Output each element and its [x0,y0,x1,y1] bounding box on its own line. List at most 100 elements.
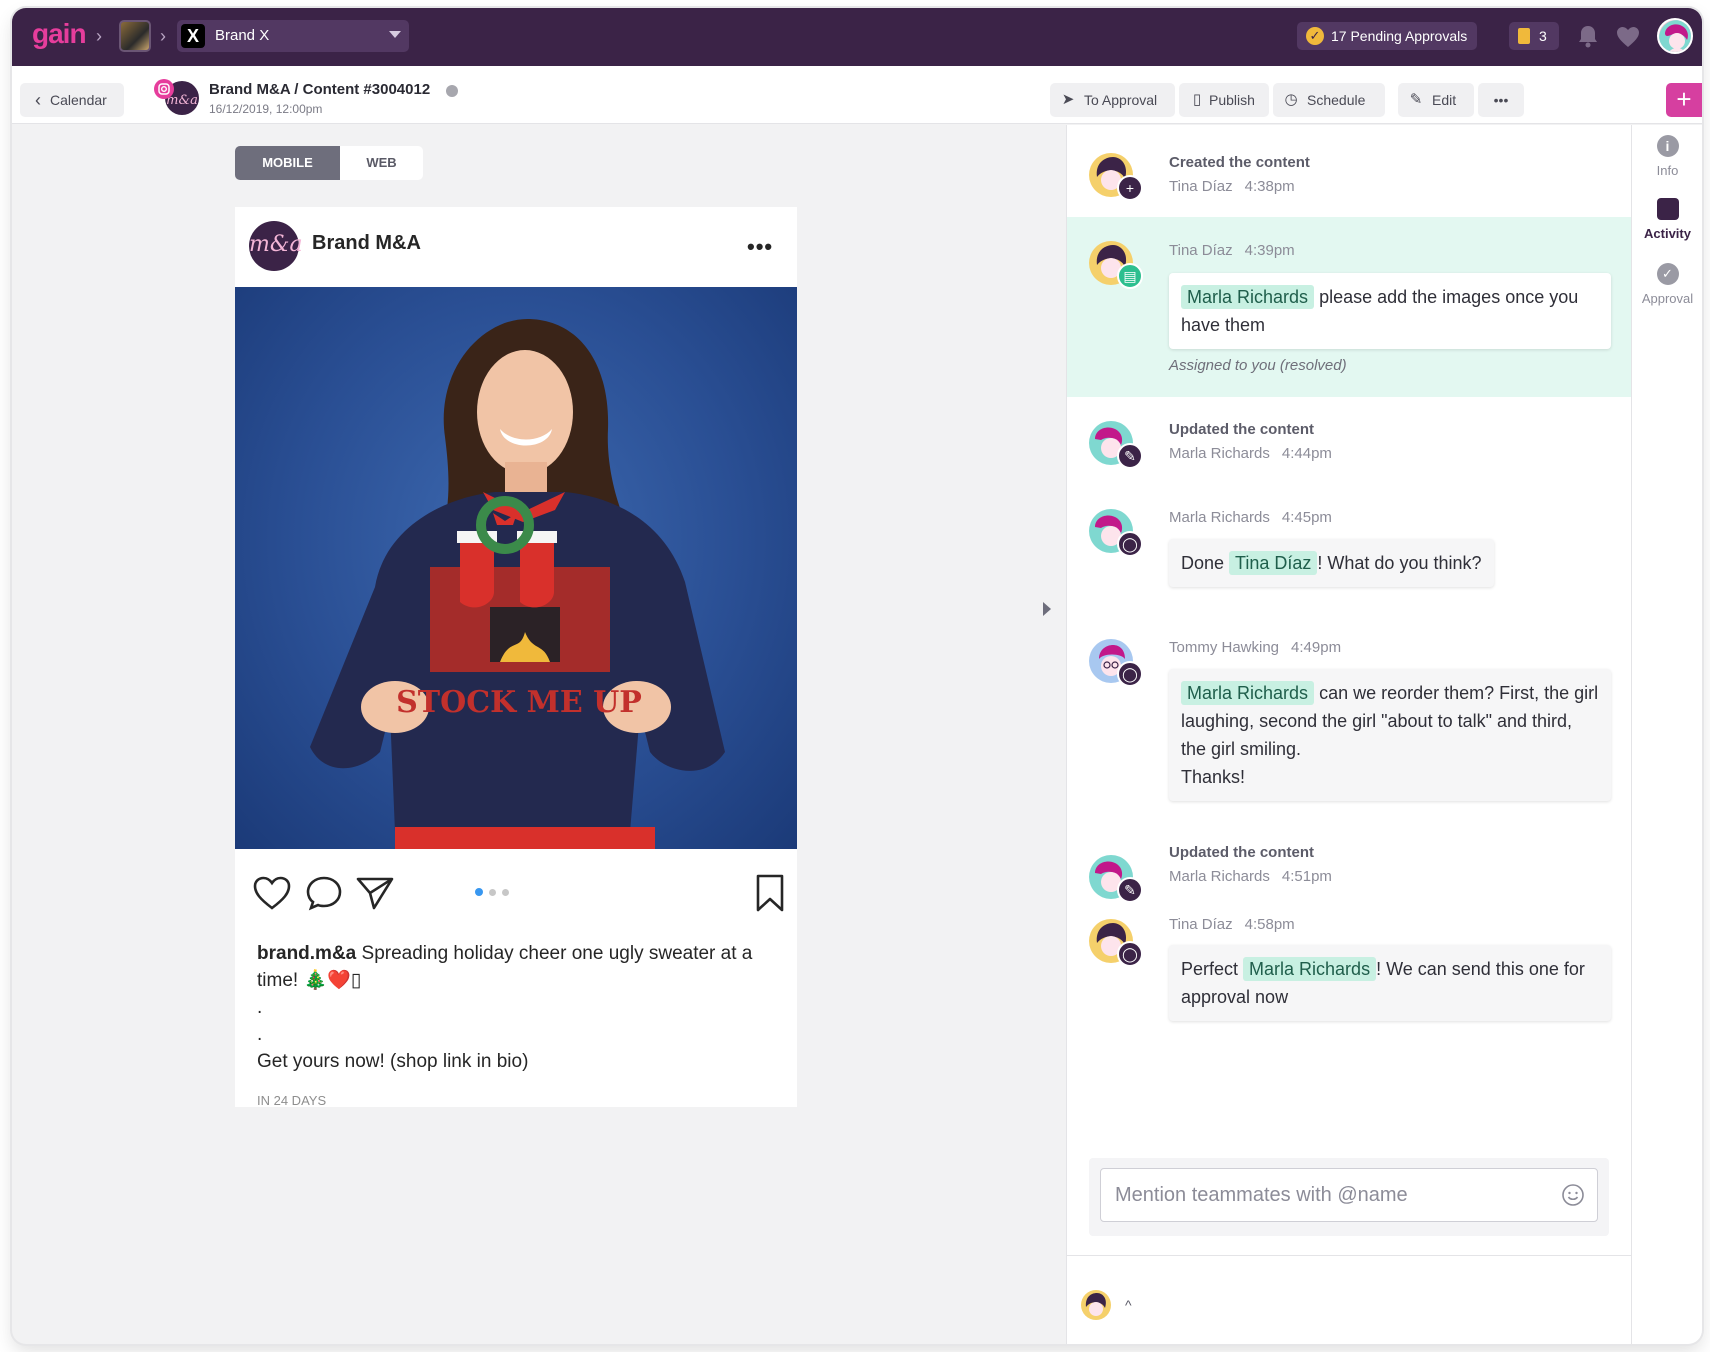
content-title: Brand M&A / Content #3004012 [209,81,431,98]
account-name: Brand M&A [312,232,421,254]
comment-text: Thanks! [1181,767,1246,787]
publish-timing: IN 24 DAYS [257,1093,327,1108]
heart-icon[interactable] [1616,26,1640,48]
app-window: gain › › X Brand X ✓ 17 Pending Approval… [12,8,1702,1344]
rail-activity[interactable]: Activity [1632,198,1702,241]
tab-web[interactable]: WEB [340,146,423,180]
back-to-calendar-button[interactable]: ‹ Calendar [20,83,124,117]
chevron-down-icon [389,31,401,38]
status-dot [446,85,458,97]
mention-tag[interactable]: Tina Díaz [1229,551,1318,575]
rail-info[interactable]: i Info [1632,135,1702,178]
pencil-icon: ✎ [1117,877,1143,903]
share-icon[interactable] [355,875,395,911]
activity-user: Tina Díaz [1169,242,1233,259]
activity-user: Tina Díaz [1169,916,1233,933]
mention-tag[interactable]: Marla Richards [1243,957,1377,981]
comment-bubble: Marla Richards please add the images onc… [1169,273,1611,349]
bookmark-icon[interactable] [755,873,785,913]
current-user-avatar[interactable] [1081,1290,1111,1320]
comment-text: Done [1181,553,1230,573]
comment-icon: ◯ [1117,531,1143,557]
pending-approvals-button[interactable]: ✓ 17 Pending Approvals [1297,22,1478,50]
bell-icon[interactable] [1577,24,1599,48]
activity-time: 4:51pm [1281,868,1332,885]
comment-composer: Mention teammates with @name [1089,1158,1609,1236]
mention-tag[interactable]: Marla Richards [1181,681,1315,705]
chevron-left-icon: ‹ [35,90,41,110]
post-more-icon[interactable]: ••• [747,234,773,260]
activity-meta: Tina Díaz 4:39pm [1169,242,1295,259]
content-type-icon: m&a [154,79,199,115]
activity-item-highlighted: ▤ Tina Díaz 4:39pm Marla Richards please … [1067,217,1632,397]
pencil-icon: ✎ [1409,91,1423,108]
activity-time: 4:45pm [1281,509,1332,526]
edit-label: Edit [1432,92,1457,108]
emoji-icon[interactable] [1561,1183,1585,1207]
tasks-count: 3 [1539,28,1547,44]
carousel-dot [502,889,509,896]
activity-meta: Marla Richards 4:51pm [1169,868,1332,885]
activity-meta: Marla Richards 4:44pm [1169,445,1332,462]
phone-icon: ▯ [1192,91,1202,108]
activity-time: 4:38pm [1244,178,1295,195]
breadcrumb-separator-icon: › [160,26,166,46]
top-bar: gain › › X Brand X ✓ 17 Pending Approval… [12,8,1702,66]
comment-bubble: Marla Richards can we reorder them? Firs… [1169,669,1611,801]
account-avatar: m&a [249,221,303,271]
gain-logo[interactable]: gain [32,18,87,50]
info-icon: i [1656,135,1679,157]
post-image[interactable]: STOCK ME UP [235,287,797,849]
activity-meta: Tina Díaz 4:58pm [1169,916,1295,933]
edit-button[interactable]: ✎ Edit [1398,83,1474,117]
carousel-dot [489,889,496,896]
plus-icon: + [1117,175,1143,201]
publish-button[interactable]: ▯ Publish [1179,83,1269,117]
comment-bubble: Done Tina Díaz! What do you think? [1169,539,1494,587]
brand-selector[interactable]: X Brand X [177,20,409,52]
tasks-button[interactable]: 3 [1509,22,1559,50]
activity-user: Marla Richards [1169,868,1270,885]
clipboard-icon [1518,28,1530,44]
mention-input[interactable]: Mention teammates with @name [1100,1168,1598,1222]
comment-icon: ◯ [1117,661,1143,687]
comment-icon[interactable] [305,875,343,911]
publish-label: Publish [1209,92,1255,108]
mention-input-placeholder: Mention teammates with @name [1115,1184,1408,1206]
activity-user: Marla Richards [1169,509,1270,526]
side-rail: i Info Activity ✓ Approval [1631,125,1702,1344]
activity-title: Updated the content [1169,421,1314,438]
schedule-button[interactable]: ◷ Schedule [1273,83,1385,117]
comment-bubble: Perfect Marla Richards! We can send this… [1169,945,1611,1021]
heart-icon[interactable] [252,875,292,911]
to-approval-button[interactable]: ➤ To Approval [1050,83,1175,117]
rail-approval[interactable]: ✓ Approval [1632,263,1702,306]
carousel-dot-active [475,888,483,896]
comment-text: Perfect [1181,959,1244,979]
mention-tag[interactable]: Marla Richards [1181,285,1315,309]
activity-icon [1656,198,1679,220]
workspace-thumbnail[interactable] [119,20,151,52]
activity-meta: Tommy Hawking 4:49pm [1169,639,1341,656]
rail-info-label: Info [1656,163,1679,178]
chevron-up-icon[interactable]: ^ [1125,1297,1132,1313]
breadcrumb-separator-icon: › [96,26,102,46]
activity-item: + Created the content Tina Díaz 4:38pm [1067,125,1632,217]
user-avatar[interactable] [1657,18,1693,54]
sweater-text: STOCK ME UP [396,685,642,720]
check-circle-icon: ✓ [1306,27,1324,45]
more-actions-button[interactable]: ••• [1478,83,1524,117]
post-actions [235,871,797,915]
caption-dot: . [257,997,263,1018]
activity-panel: + Created the content Tina Díaz 4:38pm ▤ … [1066,125,1632,1344]
activity-time: 4:49pm [1291,639,1342,656]
activity-meta: Tina Díaz 4:38pm [1169,178,1295,195]
activity-user: Tina Díaz [1169,178,1233,195]
tab-mobile[interactable]: MOBILE [235,146,340,180]
create-button[interactable]: + [1666,83,1702,117]
activity-time: 4:58pm [1244,916,1295,933]
approval-icon: ✓ [1656,263,1679,285]
comment-text: ! What do you think? [1317,553,1482,573]
collapse-panel-icon[interactable] [1043,602,1051,616]
post-caption: brand.m&a Spreading holiday cheer one ug… [257,940,777,1075]
